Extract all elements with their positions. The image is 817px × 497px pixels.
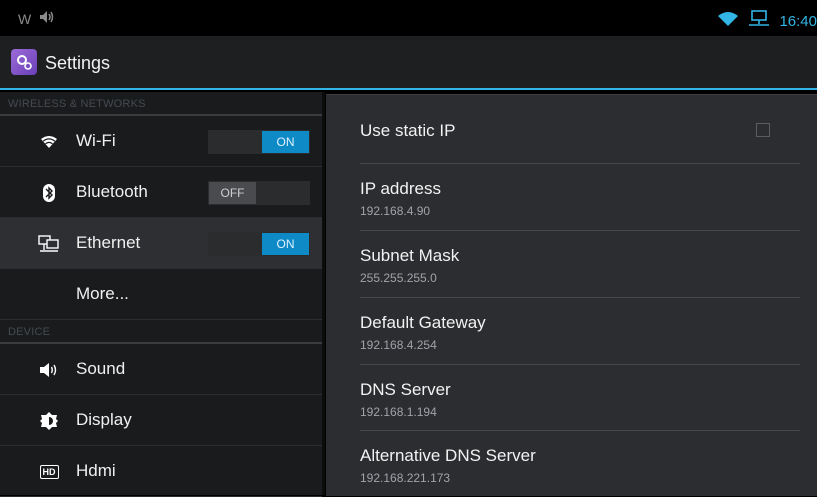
use-static-ip-checkbox[interactable] (756, 123, 770, 137)
sidebar-item-wifi[interactable]: Wi-Fi ON (0, 116, 322, 167)
volume-icon (39, 10, 55, 28)
ethernet-settings-panel: Use static IP IP address 192.168.4.90 Su… (326, 94, 817, 496)
subnet-mask-label: Subnet Mask (360, 246, 460, 265)
sidebar-item-sound[interactable]: Sound (0, 344, 322, 395)
sidebar-item-label: Display (76, 410, 132, 429)
sidebar-item-bluetooth[interactable]: Bluetooth OFF (0, 167, 322, 218)
hdmi-icon-text: HD (39, 465, 59, 479)
dns-server-value: 192.168.1.194 (360, 405, 437, 419)
hdmi-icon: HD (38, 462, 60, 482)
ip-address-label: IP address (360, 179, 441, 198)
bluetooth-icon (38, 183, 60, 203)
toggle-on-state: ON (262, 131, 309, 153)
wifi-icon (38, 132, 60, 152)
sidebar-item-label: Wi-Fi (76, 131, 116, 150)
sidebar-item-label: Hdmi (76, 461, 116, 480)
alternative-dns-server-value: 192.168.221.173 (360, 471, 451, 485)
ethernet-icon (38, 234, 60, 254)
ethernet-toggle[interactable]: ON (208, 232, 310, 256)
use-static-ip-row[interactable]: Use static IP (360, 95, 800, 164)
app-title: Settings (45, 53, 111, 73)
sidebar-item-more[interactable]: More... (0, 269, 322, 320)
section-header-device: DEVICE (0, 320, 322, 344)
section-header-wireless: WIRELESS & NETWORKS (0, 92, 322, 116)
pane-divider (322, 92, 325, 495)
sidebar-item-ethernet[interactable]: Ethernet ON (0, 218, 322, 269)
sidebar-item-label: Ethernet (76, 233, 141, 252)
wifi-status-icon (717, 11, 739, 32)
speaker-icon (38, 360, 60, 380)
settings-sidebar: WIRELESS & NETWORKS Wi-Fi ON Bluetooth O… (0, 92, 322, 497)
sidebar-item-hdmi[interactable]: HD Hdmi (0, 446, 322, 497)
toggle-off-state: OFF (209, 182, 256, 204)
dns-server-label: DNS Server (360, 380, 451, 399)
action-bar: Settings (0, 36, 817, 90)
clock: 16:40 (779, 13, 817, 30)
default-gateway-value: 192.168.4.254 (360, 338, 437, 352)
status-bar: W 16:40 (0, 0, 817, 36)
alternative-dns-server-row[interactable]: Alternative DNS Server 192.168.221.173 (360, 431, 800, 496)
wifi-toggle[interactable]: ON (208, 130, 310, 154)
settings-icon[interactable] (11, 49, 37, 75)
alternative-dns-server-label: Alternative DNS Server (360, 446, 536, 465)
ethernet-status-icon (747, 10, 771, 33)
subnet-mask-value: 255.255.255.0 (360, 271, 437, 285)
brightness-icon (38, 411, 60, 431)
sidebar-item-display[interactable]: Display (0, 395, 322, 446)
w-icon: W (18, 11, 32, 27)
toggle-on-state: ON (262, 233, 309, 255)
use-static-ip-label: Use static IP (360, 121, 456, 140)
subnet-mask-row[interactable]: Subnet Mask 255.255.255.0 (360, 231, 800, 298)
sidebar-item-label: More... (76, 284, 129, 303)
sidebar-item-label: Bluetooth (76, 182, 148, 201)
sidebar-item-label: Sound (76, 359, 126, 378)
ip-address-row[interactable]: IP address 192.168.4.90 (360, 164, 800, 231)
default-gateway-row[interactable]: Default Gateway 192.168.4.254 (360, 298, 800, 365)
ip-address-value: 192.168.4.90 (360, 204, 431, 218)
dns-server-row[interactable]: DNS Server 192.168.1.194 (360, 365, 800, 431)
bluetooth-toggle[interactable]: OFF (208, 181, 310, 205)
default-gateway-label: Default Gateway (360, 313, 486, 332)
